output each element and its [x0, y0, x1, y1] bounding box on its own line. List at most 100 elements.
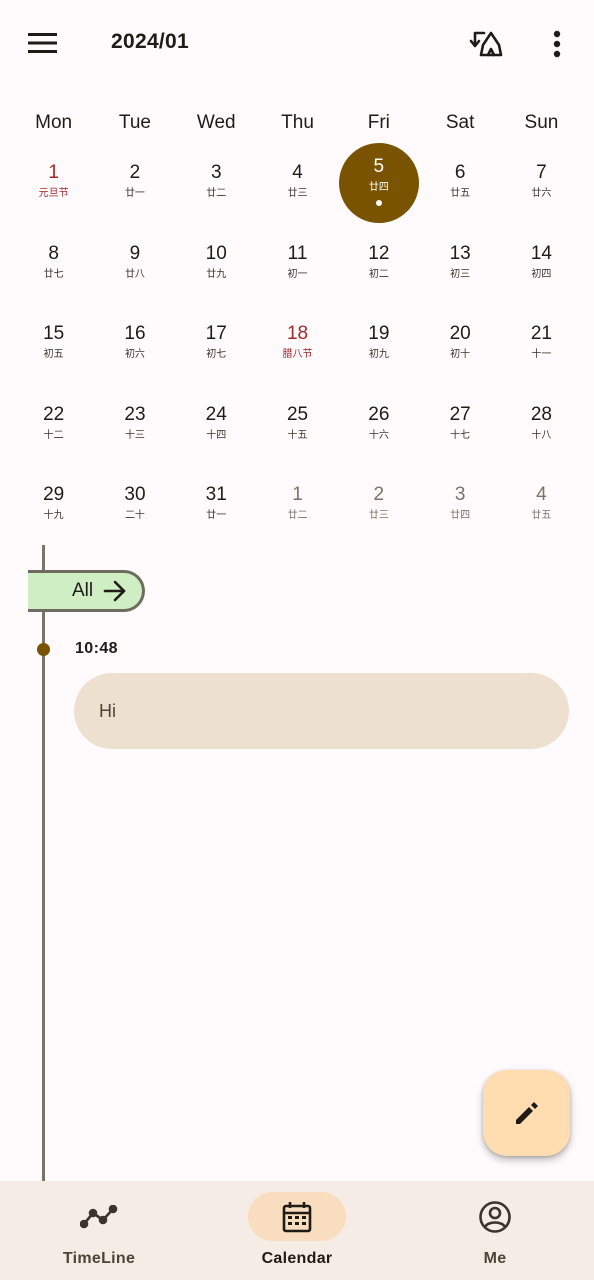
- calendar-day[interactable]: 19 初九: [338, 303, 419, 384]
- day-number: 31: [205, 484, 227, 505]
- lunar-date: 十一: [531, 349, 552, 360]
- bottom-navigation: TimeLine Calendar Me: [0, 1181, 594, 1280]
- lunar-date: 廿三: [287, 188, 308, 199]
- calendar-day[interactable]: 9 廿八: [94, 223, 175, 304]
- nav-me[interactable]: Me: [396, 1181, 594, 1280]
- day-number: 28: [530, 403, 552, 425]
- lunar-date: 初一: [287, 268, 308, 280]
- calendar-icon: [282, 1201, 312, 1232]
- day-number: 9: [129, 242, 141, 264]
- day-number: 3: [210, 162, 222, 183]
- calendar-day[interactable]: 27 十七: [419, 384, 500, 465]
- lunar-date: 初六: [124, 349, 145, 360]
- weekday-label: Thu: [281, 112, 314, 133]
- weekday-header: Mon Tue Wed Thu Fri Sat Sun: [13, 112, 582, 134]
- calendar-day[interactable]: 13 初三: [419, 223, 500, 304]
- calendar-day[interactable]: 2 廿三: [338, 464, 419, 545]
- calendar-day[interactable]: 16 初六: [94, 303, 175, 384]
- note-entry[interactable]: Hi: [74, 673, 569, 749]
- menu-icon: [28, 33, 57, 53]
- calendar-grid: 1 元旦节 2 廿一 3 廿二 4 廿三 5 廿四 6 廿五 7 廿六 8 廿七 9 廿八 10 廿九 11 初一 12 初二…: [13, 142, 582, 545]
- lunar-date: 元旦节: [38, 188, 69, 199]
- lunar-date: 廿八: [124, 268, 145, 280]
- lunar-date: 十八: [531, 429, 552, 441]
- calendar-day[interactable]: 4 廿三: [257, 142, 338, 223]
- nav-timeline[interactable]: TimeLine: [0, 1181, 198, 1280]
- calendar-day[interactable]: 10 廿九: [176, 223, 257, 304]
- lunar-date: 十五: [287, 429, 308, 441]
- sync-button[interactable]: [464, 24, 508, 64]
- day-number: 19: [368, 323, 390, 344]
- all-filter-label: All: [72, 580, 94, 601]
- calendar-day[interactable]: 8 廿七: [13, 223, 94, 304]
- calendar-day[interactable]: 11 初一: [257, 223, 338, 304]
- day-number: 20: [449, 323, 471, 344]
- lunar-date: 廿二: [206, 188, 227, 199]
- lunar-date: 廿五: [531, 510, 552, 521]
- calendar-day[interactable]: 21 十一: [501, 303, 582, 384]
- day-number: 23: [124, 403, 146, 425]
- day-number: 14: [530, 242, 552, 264]
- lunar-date: 二十: [124, 510, 145, 521]
- calendar-day[interactable]: 4 廿五: [501, 464, 582, 545]
- lunar-date: 廿四: [368, 182, 389, 193]
- day-number: 18: [286, 323, 309, 344]
- sync-icon: [469, 31, 503, 57]
- calendar-day[interactable]: 22 十二: [13, 384, 94, 465]
- calendar-day[interactable]: 7 廿六: [501, 142, 582, 223]
- lunar-date: 廿一: [124, 188, 145, 199]
- calendar-day[interactable]: 1 元旦节: [13, 142, 94, 223]
- more-options-button[interactable]: [540, 24, 574, 64]
- page-title: 2024/01: [111, 30, 190, 53]
- arrow-right-icon: [103, 580, 127, 602]
- calendar-day[interactable]: 3 廿四: [419, 464, 500, 545]
- lunar-date: 腊八节: [282, 349, 313, 360]
- lunar-date: 廿五: [450, 188, 471, 199]
- day-number: 12: [368, 242, 390, 264]
- nav-calendar-label: Calendar: [261, 1250, 333, 1267]
- calendar-day[interactable]: 18 腊八节: [257, 303, 338, 384]
- calendar-day[interactable]: 20 初十: [419, 303, 500, 384]
- day-number: 16: [124, 323, 146, 344]
- lunar-date: 廿四: [450, 510, 471, 521]
- calendar-day[interactable]: 29 十九: [13, 464, 94, 545]
- top-app-bar: 2024/01: [0, 0, 594, 86]
- menu-button[interactable]: [22, 24, 64, 62]
- lunar-date: 廿一: [206, 510, 227, 521]
- day-number: 2: [373, 484, 385, 505]
- all-filter-chip[interactable]: All: [28, 570, 145, 612]
- calendar-day[interactable]: 26 十六: [338, 384, 419, 465]
- nav-me-label: Me: [483, 1250, 507, 1267]
- calendar-day[interactable]: 12 初二: [338, 223, 419, 304]
- calendar-day[interactable]: 15 初五: [13, 303, 94, 384]
- calendar-day[interactable]: 24 十四: [176, 384, 257, 465]
- calendar-day[interactable]: 14 初四: [501, 223, 582, 304]
- lunar-date: 初七: [206, 349, 227, 360]
- calendar-day-selected[interactable]: 5 廿四: [338, 142, 420, 223]
- day-number: 24: [205, 403, 227, 425]
- calendar-day[interactable]: 1 廿二: [257, 464, 338, 545]
- calendar-day[interactable]: 3 廿二: [176, 142, 257, 223]
- nav-calendar[interactable]: Calendar: [198, 1181, 396, 1280]
- lunar-date: 廿二: [287, 510, 308, 521]
- day-number: 26: [368, 403, 390, 425]
- calendar-day[interactable]: 25 十五: [257, 384, 338, 465]
- calendar-day[interactable]: 30 二十: [94, 464, 175, 545]
- calendar-day[interactable]: 31 廿一: [176, 464, 257, 545]
- day-number: 17: [205, 323, 227, 344]
- calendar-day[interactable]: 23 十三: [94, 384, 175, 465]
- calendar-day[interactable]: 6 廿五: [419, 142, 500, 223]
- calendar-day[interactable]: 28 十八: [501, 384, 582, 465]
- account-circle-icon: [479, 1200, 511, 1233]
- new-note-fab[interactable]: [483, 1070, 570, 1156]
- day-number: 2: [129, 162, 141, 183]
- day-number: 15: [43, 323, 65, 344]
- day-number: 13: [449, 242, 471, 264]
- calendar-day[interactable]: 17 初七: [176, 303, 257, 384]
- weekday-label: Mon: [35, 112, 73, 133]
- edit-pencil-icon: [515, 1102, 538, 1124]
- weekday-label: Sun: [524, 112, 559, 133]
- weekday-label: Fri: [367, 112, 390, 133]
- day-number: 6: [454, 162, 466, 183]
- calendar-day[interactable]: 2 廿一: [94, 142, 175, 223]
